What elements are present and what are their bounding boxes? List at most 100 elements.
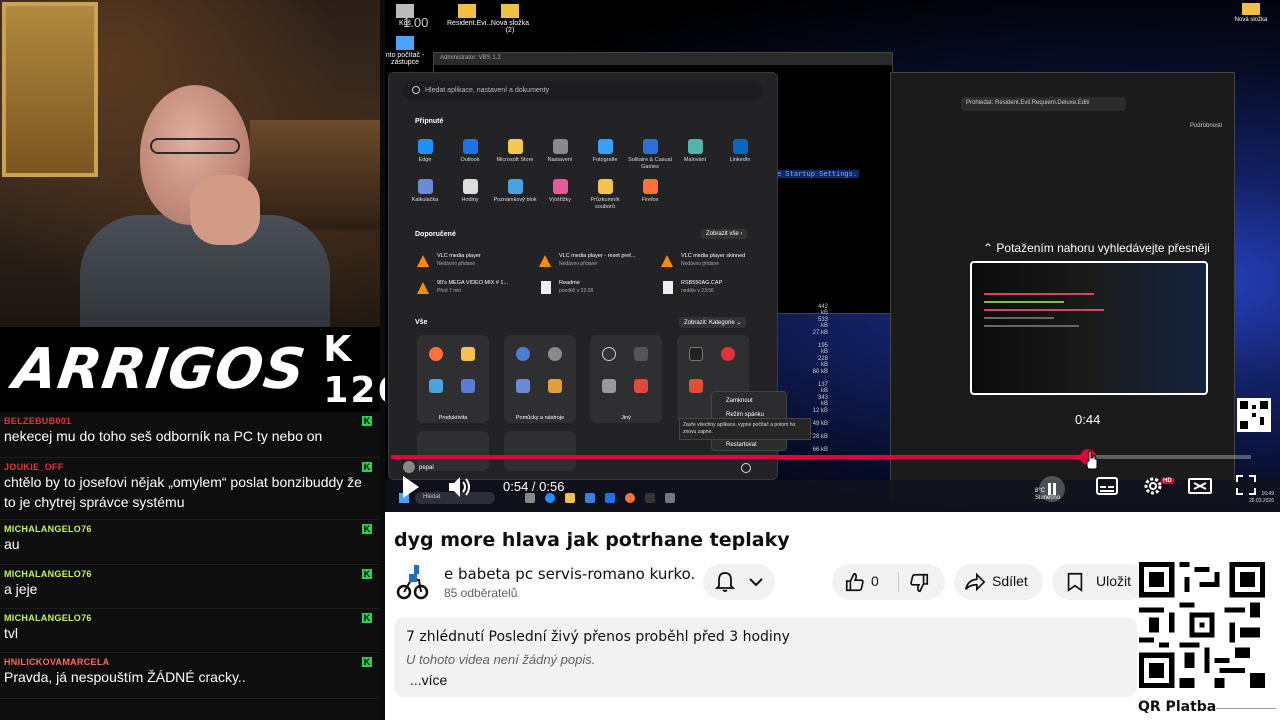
like-icon[interactable] [844, 571, 866, 593]
app-label: Kalkulačka [411, 197, 439, 203]
chat-badge-icon: K [362, 462, 372, 472]
app-icon [417, 139, 433, 154]
user-name[interactable]: pepal [419, 465, 434, 471]
file-size: 28 kB [812, 434, 828, 440]
recommended-item[interactable]: 90's MEGA VIDEO MIX # 1... Před 7 min [417, 280, 527, 302]
recommended-item[interactable]: VLC media player - reset pref... Nedávno … [539, 253, 649, 275]
app-label: Outlook [460, 157, 480, 163]
pinned-app[interactable]: Kalkulačka [403, 179, 447, 204]
chat-badge-icon: K [362, 569, 372, 579]
play-icon[interactable] [401, 474, 421, 500]
pinned-app[interactable]: Outlook [448, 139, 492, 164]
app-group-tools[interactable] [504, 335, 576, 423]
theater-mode-icon[interactable] [1187, 474, 1213, 498]
calculator-icon [516, 379, 530, 393]
pinned-app[interactable]: Výstřižky [538, 179, 582, 204]
show-all-button[interactable]: Zobrazit vše › [701, 229, 748, 239]
explorer-icon[interactable] [565, 493, 575, 503]
store-icon[interactable] [585, 493, 595, 503]
pinned-app[interactable]: Fotografie [583, 139, 627, 164]
start-search[interactable]: Hledat aplikace, nastavení a dokumenty [403, 81, 763, 101]
mail-icon[interactable] [605, 493, 615, 503]
desktop-icon-pc[interactable]: nto počítač - zástupce [385, 36, 425, 66]
start-menu[interactable]: Hledat aplikace, nastavení a dokumenty P… [388, 72, 811, 480]
channel-name[interactable]: e babeta pc servis-romano kurko. [444, 565, 695, 583]
search-icon [412, 86, 420, 94]
obs-icon [602, 347, 616, 361]
terminal-icon[interactable] [645, 493, 655, 503]
pinned-app[interactable]: Malování [673, 139, 717, 164]
qr-code-icon [1139, 562, 1265, 688]
explorer-search[interactable]: Prohledat: Resident.Evil.Requiem.Deluxe.… [961, 97, 1126, 111]
recommended-item[interactable]: RSB550AG.CAP neděle v 23:56 [661, 280, 771, 302]
recommended-item[interactable]: VLC media player skinned Nedávno přidané [661, 253, 771, 275]
recommended-subtitle: Nedávno přidané [437, 261, 476, 267]
desktop-icon-right[interactable]: Nová složka [1231, 3, 1271, 23]
save-button[interactable]: Uložit [1052, 564, 1146, 600]
stream-logo: ARRIGOS K 126 [0, 327, 402, 412]
file-size: 12 kB [812, 408, 828, 414]
desktop-icon-label: Nová složka (2) [490, 20, 530, 34]
category-view-button[interactable]: Zobrazit: Kategorie ⌄ [679, 317, 747, 328]
file-size: 66 kB [812, 447, 828, 453]
chat-text: nekecej mu do toho seš odborník na PC ty… [4, 428, 323, 444]
subtitles-icon[interactable] [1095, 474, 1119, 498]
pinned-app[interactable]: Průzkumník souborů [583, 179, 627, 211]
recommended-title: VLC media player [437, 253, 481, 259]
lock-option[interactable]: Zamknout [726, 398, 753, 404]
unity-icon[interactable] [665, 493, 675, 503]
pinned-app[interactable]: Firefox [628, 179, 672, 204]
recommended-subtitle: neděle v 23:56 [681, 288, 714, 294]
app-label: LinkedIn [729, 157, 751, 163]
show-more-link[interactable]: ...více [410, 672, 447, 688]
recommended-item[interactable]: Readme pondělí v 22:28 [539, 280, 649, 302]
video-player[interactable]: 1.00 Koš Resident.Evi... Nová složka (2)… [385, 0, 1280, 512]
pinned-app[interactable]: Solitaire & Casual Games [628, 139, 672, 171]
app-icon [642, 179, 658, 194]
pause-toggle-icon[interactable] [1039, 476, 1065, 502]
edge-icon[interactable] [545, 493, 555, 503]
file-size: 195 kB [817, 343, 828, 355]
group-label: Pomůcky a nástroje [515, 415, 565, 421]
desktop-icon-resident[interactable]: Resident.Evi... [447, 4, 492, 27]
user-avatar[interactable] [403, 461, 415, 473]
restart-option[interactable]: Restartovat [726, 442, 757, 448]
recommended-title: RSB550AG.CAP [681, 280, 723, 286]
recommended-item[interactable]: VLC media player Nedávno přidané [417, 253, 527, 275]
pinned-app[interactable]: Edge [403, 139, 447, 164]
logo-text: ARRIGOS [9, 337, 310, 402]
file-size: 27 kB [812, 330, 828, 336]
chat-panel: BELZEBUB001 nekecej mu do toho seš odbor… [0, 412, 380, 720]
app-group-other[interactable] [590, 335, 662, 423]
chat-message: MICHALANGELO76 a jeje K [0, 565, 380, 609]
view-stats: 7 zhlédnutí Poslední živý přenos proběhl… [406, 629, 790, 645]
desktop-icon-folder2[interactable]: Nová složka (2) [490, 4, 530, 34]
folder-icon [1242, 3, 1260, 15]
qr-payment-code [1138, 562, 1266, 688]
notification-button[interactable] [703, 564, 775, 600]
firefox-icon[interactable] [625, 493, 635, 503]
pinned-app[interactable]: Poznámkový blok [493, 179, 537, 204]
fullscreen-icon[interactable] [1235, 474, 1257, 496]
channel-avatar[interactable] [395, 562, 429, 600]
progress-bar[interactable] [391, 449, 1251, 465]
pinned-app[interactable]: LinkedIn [718, 139, 762, 164]
task-view-icon[interactable] [525, 493, 535, 503]
app-group-more-2[interactable] [504, 431, 576, 471]
seek-preview-thumbnail [970, 261, 1208, 395]
pinned-app[interactable]: Hodiny [448, 179, 492, 204]
file-size: 49 kB [812, 421, 828, 427]
wall-painting [2, 2, 98, 177]
volume-icon[interactable] [447, 474, 473, 500]
share-button[interactable]: Sdílet [954, 564, 1043, 600]
desktop-icon-label: nto počítač - zástupce [385, 52, 425, 66]
app-group-productivity[interactable] [417, 335, 489, 423]
pinned-app[interactable]: Microsoft Store [493, 139, 537, 164]
description-box[interactable]: 7 zhlédnutí Poslední živý přenos proběhl… [394, 617, 1137, 697]
dislike-icon[interactable] [908, 572, 930, 594]
pinned-app[interactable]: Nastavení [538, 139, 582, 164]
explorer-details[interactable]: Podrobnosti [1190, 123, 1222, 129]
power-icon[interactable] [741, 463, 751, 473]
desktop-icon-recycle[interactable]: Koš [385, 4, 425, 27]
like-dislike-group: 0 [832, 564, 945, 600]
